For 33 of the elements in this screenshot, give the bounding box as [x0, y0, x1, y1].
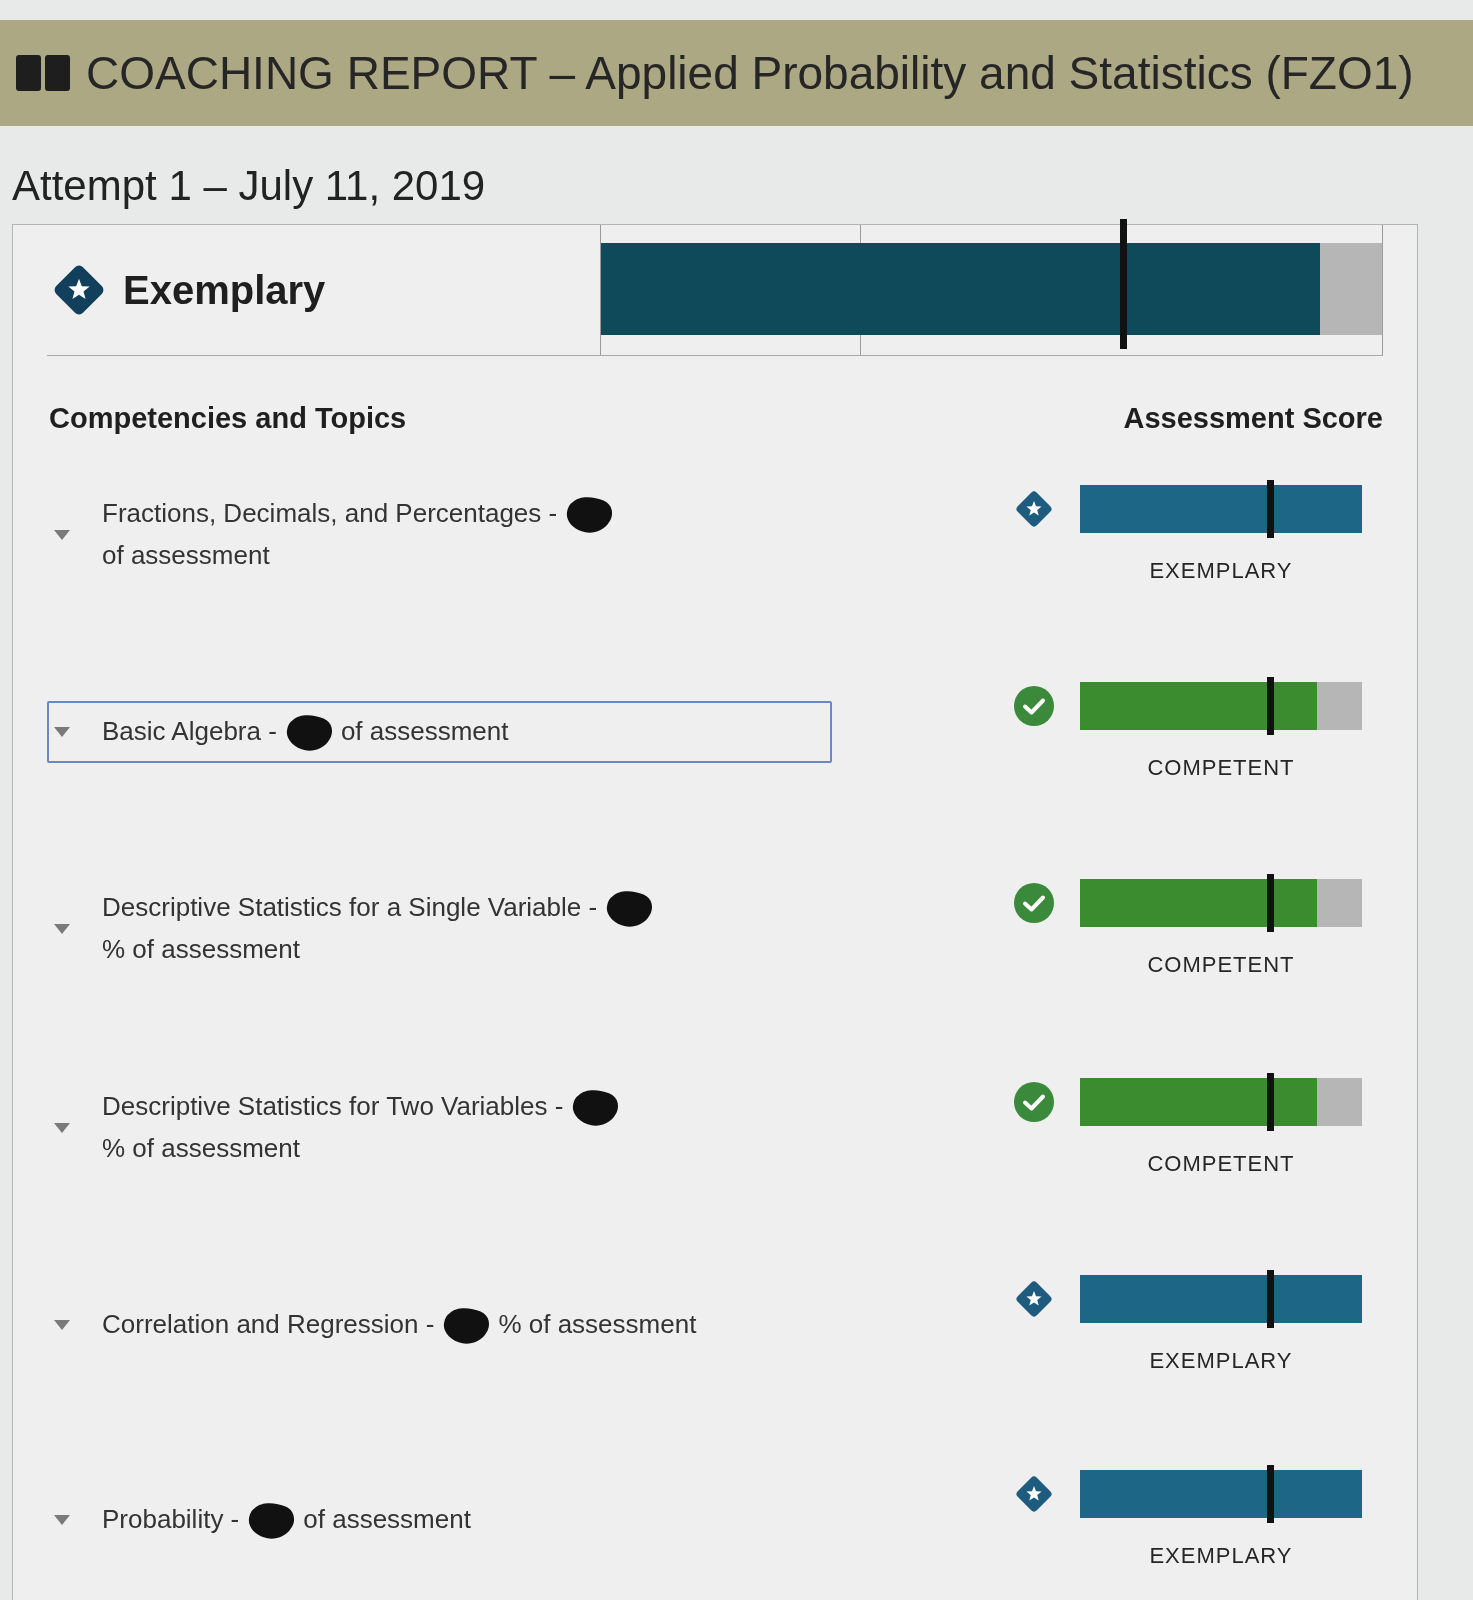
rating-label: COMPETENT [1146, 952, 1296, 979]
topic-header[interactable]: Descriptive Statistics for Two Variables - % of assessment [47, 1076, 832, 1180]
check-circle-icon [1014, 1082, 1054, 1123]
caret-icon [54, 923, 70, 934]
rating-label: COMPETENT [1146, 1151, 1296, 1178]
attempt-date: Attempt 1 – July 11, 2019 [12, 162, 486, 210]
report-title: COACHING REPORT – Applied Probability and Statistics (FZO1) [86, 46, 1414, 100]
cut-score-marker [1267, 1270, 1275, 1329]
caret-icon [54, 726, 70, 737]
column-heading: Assessment Score [1123, 402, 1383, 435]
caret-icon [54, 529, 70, 540]
column-heading: Competencies and Topics [49, 402, 407, 435]
topic-header[interactable]: Basic Algebra - of assessment [47, 700, 832, 763]
topic-header[interactable]: Descriptive Statistics for a Single Variable - % of assessment [47, 877, 832, 981]
cut-score-marker [1267, 480, 1275, 539]
rating-label: EXEMPLARY [1148, 1543, 1294, 1570]
cut-score-marker [1267, 1073, 1275, 1132]
book-icon [16, 55, 70, 91]
rating-label: COMPETENT [1146, 755, 1296, 782]
check-circle-icon [1014, 883, 1054, 924]
overall-rating: Exemplary [123, 267, 326, 313]
rating-label: EXEMPLARY [1148, 1348, 1294, 1375]
check-circle-icon [1014, 686, 1054, 727]
caret-icon [54, 1319, 70, 1330]
cut-score-marker [1267, 874, 1275, 933]
caret-icon [54, 1514, 70, 1525]
topic-header[interactable]: Probability - of assessment [47, 1488, 832, 1551]
caret-icon [54, 1122, 70, 1133]
cut-score-marker [1267, 1465, 1275, 1524]
rating-label: EXEMPLARY [1148, 558, 1294, 585]
topic-header[interactable]: Fractions, Decimals, and Percentages - of assessment [47, 483, 832, 587]
topic-header[interactable]: Correlation and Regression - % of assessment [47, 1293, 832, 1356]
cut-score-marker [1267, 677, 1275, 736]
